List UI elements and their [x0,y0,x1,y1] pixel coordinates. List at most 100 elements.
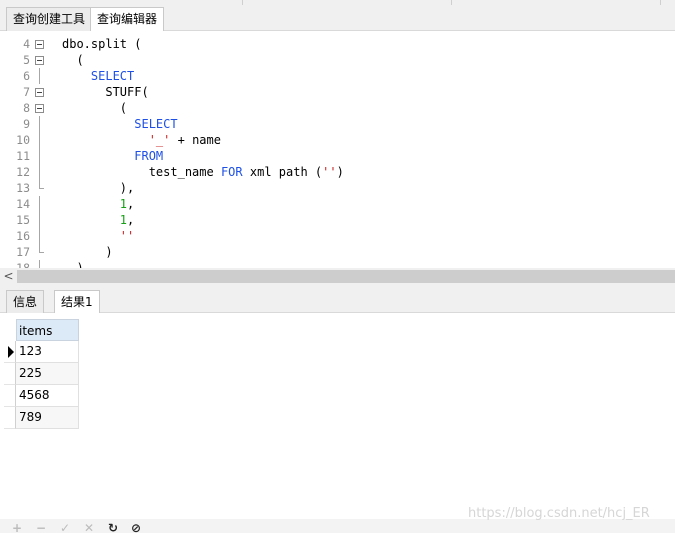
apply-changes-icon[interactable]: ✓ [60,522,70,533]
code-line[interactable]: 5 ( [0,52,675,68]
code-text: 1, [62,196,134,212]
code-line[interactable]: 10 '_' + name [0,132,675,148]
table-cell[interactable]: 4568 [16,385,79,407]
tab-query-builder[interactable]: 查询创建工具 [6,7,93,31]
fold-toggle-icon[interactable] [35,104,44,113]
line-number: 12 [16,165,30,179]
code-token: STUFF( [62,85,149,99]
line-number: 11 [16,149,30,163]
code-token: '' [322,165,337,179]
fold-guide [39,228,40,244]
code-line[interactable]: 6 SELECT [0,68,675,84]
row-indicator[interactable] [4,385,16,407]
code-line[interactable]: 18 ) [0,260,675,268]
code-line[interactable]: 17 ) [0,244,675,260]
scroll-left-icon[interactable]: < [0,268,17,285]
code-token: FROM [134,149,164,163]
code-token: ) [62,245,113,259]
code-text: ( [62,52,84,68]
fold-toggle-icon[interactable] [35,88,44,97]
fold-guide [39,164,40,180]
editor-tab-bar: 查询创建工具 查询编辑器 [0,0,675,32]
fold-toggle-icon[interactable] [35,56,44,65]
code-token: dbo.split ( [62,37,142,51]
line-number: 16 [16,229,30,243]
grid-toolbar: + − ✓ ✕ ↻ ⊘ [0,519,675,533]
row-indicator[interactable] [4,407,16,429]
code-text: ) [62,244,113,260]
code-line[interactable]: 13 ), [0,180,675,196]
scrollbar-thumb[interactable] [17,270,675,283]
code-line[interactable]: 15 1, [0,212,675,228]
code-token: ) [336,165,344,179]
table-cell[interactable]: 225 [16,363,79,385]
tab-messages[interactable]: 信息 [6,290,45,313]
line-number: 18 [16,261,30,268]
code-token: xml path ( [242,165,323,179]
editor-horizontal-scrollbar[interactable]: < [0,268,675,285]
fold-end-marker [39,244,44,253]
fold-end-marker [39,180,44,189]
tab-query-editor[interactable]: 查询编辑器 [90,7,165,32]
add-record-icon[interactable]: + [12,522,22,533]
stop-icon[interactable]: ⊘ [131,522,141,533]
code-line[interactable]: 7 STUFF( [0,84,675,100]
code-editor[interactable]: 4 dbo.split (5 (6 SELECT 7 STUFF(8 (9 SELE… [0,31,675,268]
line-number: 4 [23,37,30,51]
fold-guide [39,196,40,212]
code-token: ), [62,181,135,195]
row-indicator-current-icon[interactable] [4,341,16,363]
code-token: test_name [62,165,221,179]
column-header-items[interactable]: items [16,319,79,341]
result-tab-bar: 信息 结果1 [0,285,675,314]
code-line[interactable]: 9 SELECT [0,116,675,132]
line-number: 5 [23,53,30,67]
code-line[interactable]: 11 FROM [0,148,675,164]
code-token: 1 [119,197,128,211]
code-text: test_name FOR xml path ('') [62,164,344,180]
code-text: '' [62,228,134,244]
result-grid: items 123 225 4568 789 [0,313,675,519]
code-token: 1 [119,213,128,227]
code-token: ) [62,261,84,268]
code-text: '_' + name [62,132,221,148]
code-line[interactable]: 16 '' [0,228,675,244]
watermark: https://blog.csdn.net/hcj_ER [468,506,650,521]
delete-record-icon[interactable]: − [36,522,46,533]
table-cell[interactable]: 789 [16,407,79,429]
code-line[interactable]: 4 dbo.split ( [0,36,675,52]
fold-toggle-icon[interactable] [35,40,44,49]
code-token: , [127,213,135,227]
code-token: '' [119,229,135,243]
code-token: ( [62,53,84,67]
fold-guide [39,68,40,84]
line-number: 17 [16,245,30,259]
code-token: , [127,197,135,211]
table-cell[interactable]: 123 [16,341,79,363]
code-token: ( [62,101,128,115]
code-text: FROM [62,148,163,164]
code-text: ), [62,180,134,196]
fold-guide [39,148,40,164]
code-line[interactable]: 8 ( [0,100,675,116]
row-indicator[interactable] [4,363,16,385]
discard-changes-icon[interactable]: ✕ [84,522,94,533]
tab-result-1[interactable]: 结果1 [54,290,100,314]
code-text: SELECT [62,116,177,132]
code-line[interactable]: 12 test_name FOR xml path ('') [0,164,675,180]
fold-guide [39,212,40,228]
fold-guide [39,132,40,148]
line-number: 15 [16,213,30,227]
code-text: dbo.split ( [62,36,141,52]
code-text: ( [62,100,127,116]
refresh-icon[interactable]: ↻ [108,522,118,533]
code-line[interactable]: 14 1, [0,196,675,212]
line-number: 9 [23,117,30,131]
line-number: 10 [16,133,30,147]
